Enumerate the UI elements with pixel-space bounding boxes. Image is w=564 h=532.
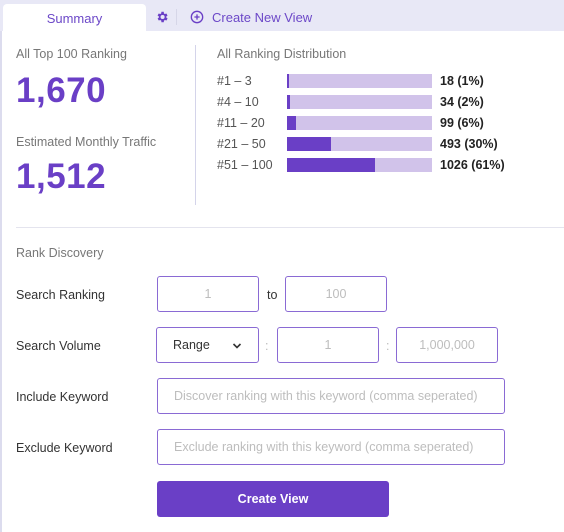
distribution-bar-fill: [287, 137, 331, 151]
distribution-row: #11 – 20 99 (6%): [217, 115, 547, 131]
chevron-down-icon: [232, 343, 242, 349]
volume-mode-value: Range: [173, 338, 210, 352]
exclude-keyword-label: Exclude Keyword: [16, 441, 113, 455]
distribution-bar-fill: [287, 95, 290, 109]
distribution-row: #1 – 3 18 (1%): [217, 73, 547, 89]
volume-mode-select[interactable]: Range: [156, 327, 259, 363]
distribution-bar-track: [287, 137, 432, 151]
include-keyword-input[interactable]: [157, 378, 505, 414]
tab-summary[interactable]: Summary: [3, 4, 146, 32]
plus-circle-icon: [190, 10, 204, 24]
tab-divider: [176, 9, 177, 25]
create-new-view-tab[interactable]: Create New View: [190, 8, 312, 26]
distribution-row: #21 – 50 493 (30%): [217, 136, 547, 152]
distribution-range-label: #51 – 100: [217, 158, 273, 172]
gear-icon[interactable]: [155, 10, 169, 24]
distribution-bar-fill: [287, 116, 296, 130]
tab-summary-label: Summary: [46, 10, 103, 26]
distribution-range-label: #4 – 10: [217, 95, 259, 109]
volume-max-input[interactable]: [396, 327, 498, 363]
create-view-button[interactable]: Create View: [157, 481, 389, 517]
distribution-value: 34 (2%): [440, 95, 484, 109]
distribution-bar-fill: [287, 74, 290, 88]
section-divider: [16, 227, 564, 228]
create-new-view-label: Create New View: [212, 9, 313, 25]
distribution-bar-fill: [287, 158, 376, 172]
distribution-bar-track: [287, 74, 432, 88]
distribution-value: 18 (1%): [440, 74, 484, 88]
ranking-from-input[interactable]: [157, 276, 259, 312]
monthly-traffic-label: Estimated Monthly Traffic: [16, 135, 157, 149]
include-keyword-label: Include Keyword: [16, 390, 109, 404]
search-volume-label: Search Volume: [16, 339, 101, 353]
tab-bar: Summary Create New View: [0, 0, 564, 32]
ranking-to-input[interactable]: [285, 276, 387, 312]
volume-separator: :: [265, 339, 269, 353]
volume-separator: :: [386, 339, 390, 353]
vertical-divider: [195, 45, 196, 205]
distribution-value: 1026 (61%): [440, 158, 505, 172]
summary-panel: All Top 100 Ranking 1,670 Estimated Mont…: [0, 31, 564, 532]
distribution-bar-track: [287, 116, 432, 130]
distribution-value: 493 (30%): [440, 137, 498, 151]
distribution-range-label: #21 – 50: [217, 137, 266, 151]
rank-discovery-title: Rank Discovery: [16, 246, 104, 260]
distribution-bar-track: [287, 158, 432, 172]
distribution-range-label: #11 – 20: [217, 116, 265, 130]
distribution-row: #4 – 10 34 (2%): [217, 94, 547, 110]
top100-ranking-label: All Top 100 Ranking: [16, 47, 127, 61]
distribution-value: 99 (6%): [440, 116, 484, 130]
distribution-range-label: #1 – 3: [217, 74, 252, 88]
monthly-traffic-value: 1,512: [16, 157, 107, 196]
volume-min-input[interactable]: [277, 327, 379, 363]
distribution-title: All Ranking Distribution: [217, 47, 347, 61]
distribution-bar-track: [287, 95, 432, 109]
distribution-row: #51 – 100 1026 (61%): [217, 157, 547, 173]
search-ranking-label: Search Ranking: [16, 288, 105, 302]
ranking-to-label: to: [267, 288, 278, 302]
top100-ranking-value: 1,670: [16, 71, 107, 110]
exclude-keyword-input[interactable]: [157, 429, 505, 465]
